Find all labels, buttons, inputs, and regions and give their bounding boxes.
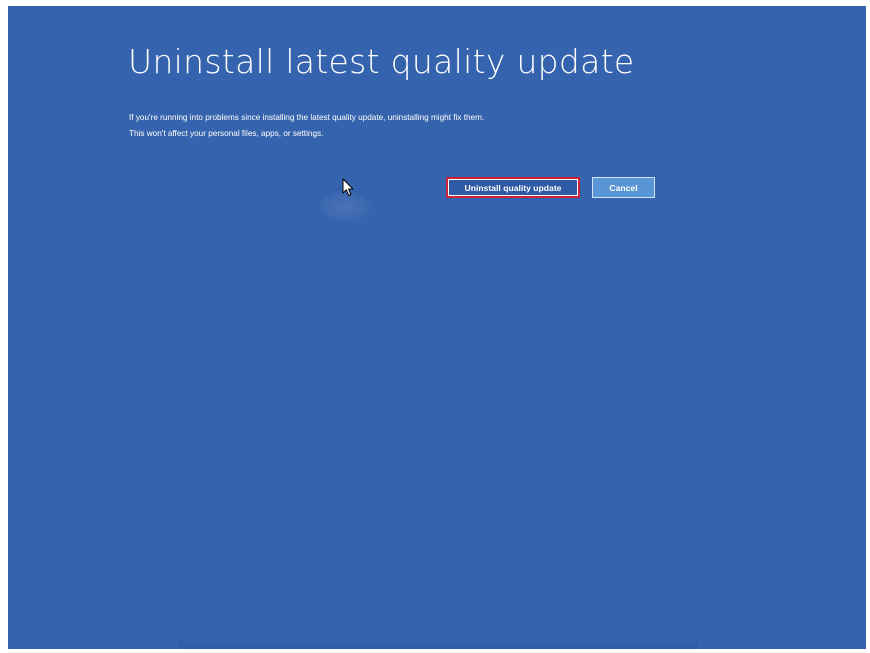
cancel-button-label: Cancel: [609, 182, 638, 193]
description-line-1: If you're running into problems since in…: [129, 113, 485, 122]
uninstall-button-label: Uninstall quality update: [464, 182, 562, 193]
bottom-shade: [178, 635, 698, 649]
mouse-pointer-icon: [342, 178, 354, 196]
description-line-2: This won't affect your personal files, a…: [129, 129, 324, 138]
uninstall-quality-update-button[interactable]: Uninstall quality update: [446, 177, 580, 198]
cancel-button[interactable]: Cancel: [592, 177, 655, 198]
page-description: If you're running into problems since in…: [129, 110, 484, 142]
recovery-screen: Uninstall latest quality update If you'r…: [8, 6, 866, 649]
window-frame: Uninstall latest quality update If you'r…: [0, 0, 870, 653]
page-title: Uninstall latest quality update: [128, 42, 635, 81]
